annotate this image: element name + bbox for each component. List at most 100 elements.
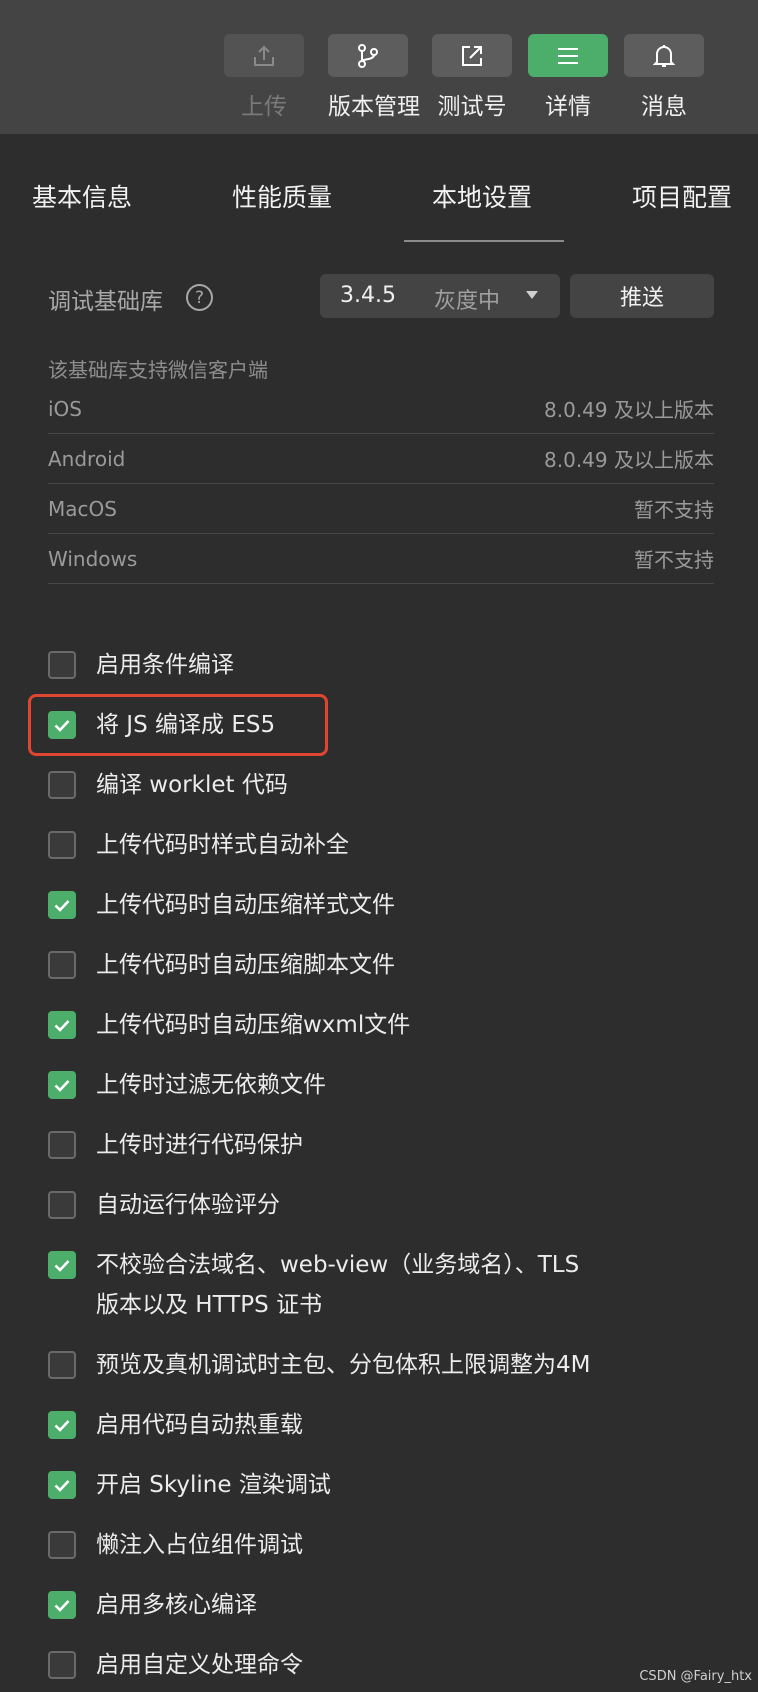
option-checkbox[interactable] <box>48 891 76 919</box>
option-row[interactable]: 编译 worklet 代码 <box>48 756 728 816</box>
test-account-button[interactable]: 测试号 <box>432 34 512 121</box>
upload-icon <box>224 34 304 77</box>
checkmark-icon <box>54 1079 70 1092</box>
details-label: 详情 <box>545 94 591 120</box>
option-label: 懒注入占位组件调试 <box>96 1532 303 1558</box>
detail-tabs: 基本信息 性能质量 本地设置 项目配置 <box>0 134 758 242</box>
caret-down-icon <box>526 291 538 299</box>
option-checkbox[interactable] <box>48 951 76 979</box>
option-checkbox[interactable] <box>48 651 76 679</box>
option-checkbox[interactable] <box>48 1191 76 1219</box>
support-row: iOS 8.0.49 及以上版本 <box>48 384 714 434</box>
top-toolbar: 上传 版本管理 测试号 详情 消息 <box>0 0 758 134</box>
option-checkbox[interactable] <box>48 1411 76 1439</box>
tab-basic-info[interactable]: 基本信息 <box>32 178 132 214</box>
help-icon[interactable]: ? <box>186 284 213 311</box>
options-list: 启用条件编译将 JS 编译成 ES5 编译 worklet 代码 上传代码时样式自动… <box>48 636 728 1692</box>
checkmark-icon <box>54 1259 70 1272</box>
option-checkbox[interactable] <box>48 1251 76 1279</box>
option-label: 开启 Skyline 渲染调试 <box>96 1472 331 1498</box>
checkmark-icon <box>54 1479 70 1492</box>
option-row[interactable]: 预览及真机调试时主包、分包体积上限调整为4M <box>48 1336 728 1396</box>
option-label: 预览及真机调试时主包、分包体积上限调整为4M <box>96 1352 591 1378</box>
checkmark-icon <box>54 899 70 912</box>
support-row: Android 8.0.49 及以上版本 <box>48 434 714 484</box>
checkmark-icon <box>54 1019 70 1032</box>
support-table: iOS 8.0.49 及以上版本 Android 8.0.49 及以上版本 Ma… <box>48 384 714 584</box>
debug-lib-row: 调试基础库 ? 3.4.5 灰度中 推送 <box>48 274 714 320</box>
bell-icon <box>624 34 704 77</box>
push-button[interactable]: 推送 <box>570 274 714 318</box>
option-checkbox[interactable] <box>48 1071 76 1099</box>
option-row[interactable]: 懒注入占位组件调试 <box>48 1516 728 1576</box>
messages-button[interactable]: 消息 <box>624 34 704 121</box>
platform-support: 8.0.49 及以上版本 <box>544 448 714 472</box>
option-label: 启用自定义处理命令 <box>96 1652 303 1678</box>
option-row[interactable]: 启用条件编译 <box>48 636 728 696</box>
messages-label: 消息 <box>641 94 687 120</box>
option-row[interactable]: 不校验合法域名、web-view（业务域名）、TLS 版本以及 HTTPS 证书 <box>48 1236 728 1336</box>
upload-label: 上传 <box>241 94 287 120</box>
option-label: 上传时过滤无依赖文件 <box>96 1072 326 1098</box>
option-row[interactable]: 上传时过滤无依赖文件 <box>48 1056 728 1116</box>
version-manage-button[interactable]: 版本管理 <box>328 34 420 121</box>
lib-version-select[interactable]: 3.4.5 灰度中 <box>320 274 560 318</box>
debug-lib-label: 调试基础库 <box>48 289 163 315</box>
branch-icon <box>328 34 408 77</box>
option-checkbox[interactable] <box>48 1651 76 1679</box>
option-label: 上传代码时样式自动补全 <box>96 832 349 858</box>
platform-support: 暂不支持 <box>634 498 714 522</box>
option-checkbox[interactable] <box>48 1011 76 1039</box>
option-checkbox[interactable] <box>48 1471 76 1499</box>
tab-local-settings[interactable]: 本地设置 <box>432 178 532 214</box>
option-row[interactable]: 上传代码时样式自动补全 <box>48 816 728 876</box>
option-label: 上传时进行代码保护 <box>96 1132 303 1158</box>
option-checkbox[interactable] <box>48 1531 76 1559</box>
support-row: MacOS 暂不支持 <box>48 484 714 534</box>
option-label: 启用条件编译 <box>96 652 234 678</box>
upload-button[interactable]: 上传 <box>224 34 304 121</box>
support-row: Windows 暂不支持 <box>48 534 714 584</box>
platform-support: 8.0.49 及以上版本 <box>544 398 714 422</box>
platform-name: Windows <box>48 546 138 571</box>
option-row[interactable]: 自动运行体验评分 <box>48 1176 728 1236</box>
option-row[interactable]: 上传代码时自动压缩脚本文件 <box>48 936 728 996</box>
list-icon <box>528 34 608 77</box>
checkmark-icon <box>54 1599 70 1612</box>
option-checkbox[interactable] <box>48 1131 76 1159</box>
platform-name: MacOS <box>48 496 117 521</box>
option-row[interactable]: 启用代码自动热重载 <box>48 1396 728 1456</box>
option-row[interactable]: 启用自定义处理命令 <box>48 1636 728 1692</box>
option-row[interactable]: 开启 Skyline 渲染调试 <box>48 1456 728 1516</box>
active-tab-indicator <box>404 240 564 242</box>
tab-performance[interactable]: 性能质量 <box>232 178 332 214</box>
option-row[interactable]: 上传代码时自动压缩wxml文件 <box>48 996 728 1056</box>
option-checkbox[interactable] <box>48 1351 76 1379</box>
option-label: 上传代码时自动压缩样式文件 <box>96 892 395 918</box>
platform-name: iOS <box>48 396 82 421</box>
support-title: 该基础库支持微信客户端 <box>48 358 268 382</box>
option-checkbox[interactable] <box>48 771 76 799</box>
lib-version-value: 3.4.5 <box>340 283 396 308</box>
option-label: 上传代码时自动压缩脚本文件 <box>96 952 395 978</box>
external-link-icon <box>432 34 512 77</box>
option-checkbox[interactable] <box>48 1591 76 1619</box>
test-account-label: 测试号 <box>437 94 507 120</box>
option-row[interactable]: 启用多核心编译 <box>48 1576 728 1636</box>
details-button[interactable]: 详情 <box>528 34 608 121</box>
lib-status-value: 灰度中 <box>434 289 501 314</box>
option-label: 上传代码时自动压缩wxml文件 <box>96 1012 411 1038</box>
option-label: 自动运行体验评分 <box>96 1192 280 1218</box>
version-manage-label: 版本管理 <box>328 94 420 120</box>
platform-name: Android <box>48 446 126 471</box>
option-label: 启用代码自动热重载 <box>96 1412 303 1438</box>
highlight-box <box>28 694 328 756</box>
option-row[interactable]: 上传时进行代码保护 <box>48 1116 728 1176</box>
option-row[interactable]: 上传代码时自动压缩样式文件 <box>48 876 728 936</box>
option-label: 启用多核心编译 <box>96 1592 257 1618</box>
tab-project-config[interactable]: 项目配置 <box>632 178 732 214</box>
platform-support: 暂不支持 <box>634 548 714 572</box>
watermark: CSDN @Fairy_htx <box>639 1669 752 1684</box>
option-checkbox[interactable] <box>48 831 76 859</box>
checkmark-icon <box>54 1419 70 1432</box>
